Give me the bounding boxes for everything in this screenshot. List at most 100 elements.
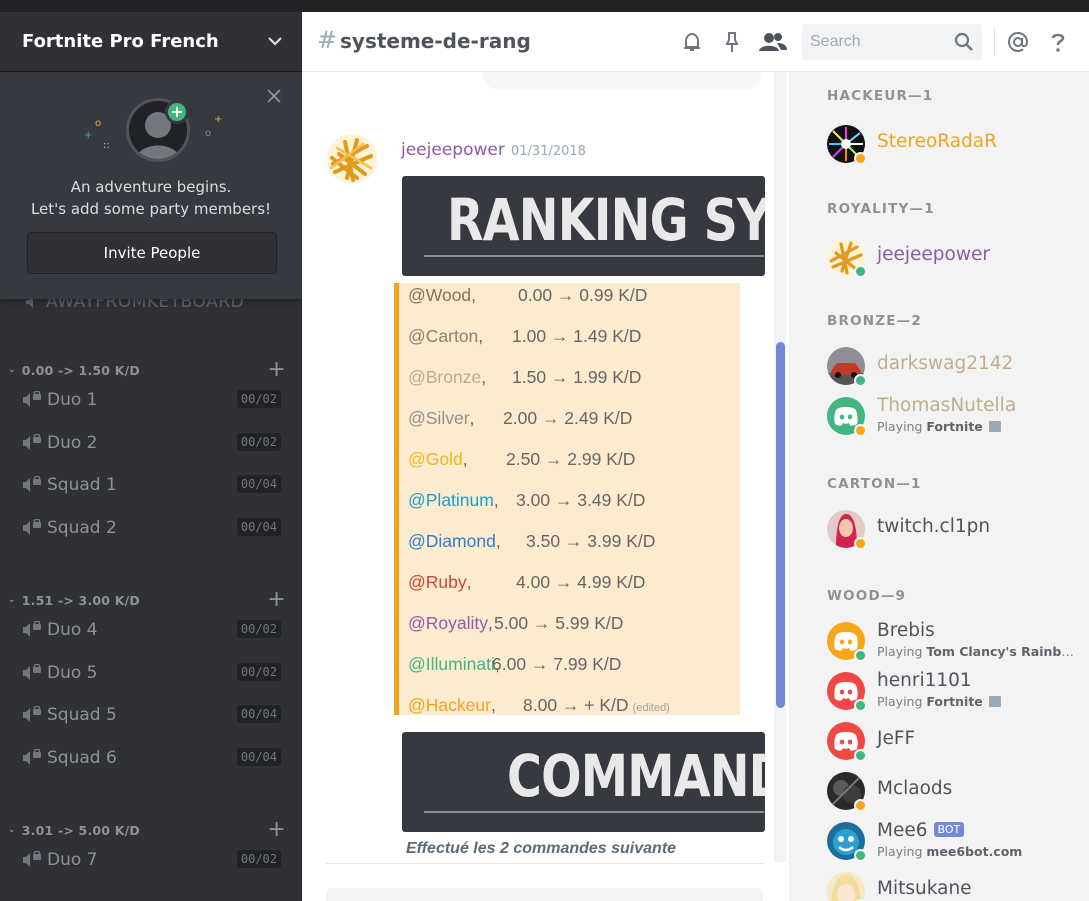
rank-role-mention[interactable]: @Platinum: [408, 490, 494, 511]
role-header: ROYALITY—1: [827, 201, 935, 217]
user-limit-badge: 00/02: [236, 390, 281, 408]
commands-image[interactable]: COMMANDS: [402, 732, 765, 832]
rank-role-mention[interactable]: @Silver: [408, 408, 470, 429]
user-limit-badge: 00/04: [236, 747, 281, 766]
category-header[interactable]: ⌄ 3.01 -> 5.00 K/D +: [8, 817, 298, 842]
rank-row: @Wood, 0.00 → 0.99 K/D: [408, 285, 647, 315]
user-limit-badge: 00/04: [236, 475, 281, 494]
member-activity: Playing Fortnite: [877, 694, 1082, 709]
voice-channel-name: Duo 1: [47, 390, 98, 410]
help-icon[interactable]: [1046, 30, 1070, 54]
member-item[interactable]: ThomasNutella Playing Fortnite: [827, 393, 1089, 441]
rank-role-mention[interactable]: @Hackeur: [408, 695, 491, 716]
locked-speaker-icon: [23, 663, 41, 680]
rank-role-mention[interactable]: @Wood: [408, 285, 471, 306]
voice-channel[interactable]: Duo 4 00/02: [22, 613, 287, 647]
mentions-icon[interactable]: [1006, 30, 1030, 54]
voice-channel[interactable]: Duo 2 00/02: [22, 426, 287, 460]
member-name: jeejeepower: [877, 244, 990, 265]
category-header[interactable]: ⌄ 0.00 -> 1.50 K/D +: [8, 357, 298, 382]
voice-channel[interactable]: Squad 6 00/04: [22, 741, 287, 775]
rank-role-mention[interactable]: @Diamond: [408, 531, 496, 552]
message-separator: [326, 863, 764, 864]
server-header[interactable]: Fortnite Pro French: [0, 12, 302, 72]
author-avatar[interactable]: [327, 134, 377, 184]
rank-role-mention[interactable]: @Carton: [408, 326, 478, 347]
invite-message: An adventure begins. Let's add some part…: [0, 176, 302, 220]
rank-range: 3.50 → 3.99 K/D: [526, 531, 655, 552]
sparkle-icon: ::: [103, 140, 110, 151]
member-item[interactable]: Mee6 BOT Playing mee6bot.com: [827, 818, 1089, 866]
banner-title: COMMANDS: [507, 742, 765, 810]
category-name: 1.51 -> 3.00 K/D: [21, 592, 140, 608]
rank-role-mention[interactable]: @Bronze: [408, 367, 481, 388]
member-item[interactable]: Brebis Playing Tom Clancy's Rainbow Six S…: [827, 618, 1089, 666]
member-item[interactable]: henri1101 Playing Fortnite: [827, 668, 1089, 716]
member-name: Mee6 BOT: [877, 820, 965, 841]
close-icon[interactable]: [266, 88, 282, 104]
rank-role-mention[interactable]: @Royality: [408, 613, 488, 634]
member-item[interactable]: StereoRadaR: [827, 121, 1089, 169]
rank-role-mention[interactable]: @Ruby: [408, 572, 467, 593]
voice-channel[interactable]: Squad 5 00/04: [22, 698, 287, 732]
member-item[interactable]: Mclaods: [827, 768, 1089, 816]
member-name: henri1101: [877, 670, 972, 691]
sparkle-icon: +: [214, 114, 223, 125]
scrollbar-thumb[interactable]: [776, 342, 785, 708]
message-author[interactable]: jeejeepower: [401, 140, 505, 160]
locked-speaker-icon: [23, 518, 41, 535]
rank-range-text: 3.00 → 3.49 K/D: [516, 490, 646, 510]
chevron-down-icon: ⌄: [8, 365, 16, 375]
category-header[interactable]: ⌄ 1.51 -> 3.00 K/D +: [8, 587, 298, 612]
message-input[interactable]: [326, 888, 763, 901]
locked-speaker-icon: [23, 433, 41, 450]
server-name: Fortnite Pro French: [22, 31, 219, 52]
rank-range: 1.50 → 1.99 K/D: [512, 367, 641, 388]
voice-channel-name: Duo 5: [47, 662, 98, 683]
ranking-system-image[interactable]: RANKING SYSTEM: [402, 176, 765, 276]
member-item[interactable]: darkswag2142: [827, 343, 1089, 391]
search-icon: [954, 32, 973, 51]
status-idle-icon: [854, 537, 867, 550]
member-item[interactable]: twitch.cl1pn: [827, 506, 1089, 554]
voice-channel[interactable]: Duo 5 00/02: [22, 656, 287, 690]
voice-channel[interactable]: Duo 1 00/02: [22, 383, 287, 417]
voice-channel-name: Duo 4: [47, 620, 98, 640]
message-footer-text: Effectué les 2 commandes suivante: [406, 840, 677, 857]
voice-channel[interactable]: Duo 7 00/02: [22, 843, 287, 877]
banner-underline: [424, 255, 764, 257]
rank-range: 6.00 → 7.99 K/D: [492, 654, 621, 675]
voice-channel-name: Duo 2: [47, 432, 98, 453]
rank-range-text: 6.00 → 7.99 K/D: [492, 654, 622, 674]
voice-channel[interactable]: Squad 1 00/04: [22, 468, 287, 502]
member-item[interactable]: jeejeepower: [827, 234, 1089, 282]
add-channel-icon[interactable]: +: [267, 587, 286, 612]
rank-role-mention[interactable]: @Illuminati: [408, 654, 495, 675]
rank-range-text: 3.50 → 3.99 K/D: [526, 531, 656, 551]
voice-channel[interactable]: Squad 2 00/04: [22, 511, 287, 545]
search-box[interactable]: [802, 24, 982, 60]
search-input[interactable]: [802, 24, 942, 60]
category-name: 3.01 -> 5.00 K/D: [21, 822, 140, 838]
add-channel-icon[interactable]: +: [267, 357, 286, 382]
rank-row: @Gold, 2.50 → 2.99 K/D: [408, 449, 635, 479]
invite-people-button[interactable]: Invite People: [27, 232, 277, 274]
rank-role-mention[interactable]: @Gold: [408, 449, 463, 470]
add-friend-icon: +: [165, 100, 189, 124]
sparkle-icon: o: [205, 128, 212, 139]
member-item[interactable]: JeFF: [827, 718, 1089, 766]
member-name: JeFF: [877, 728, 916, 749]
member-activity: Playing mee6bot.com: [877, 844, 1023, 859]
pin-icon[interactable]: [720, 30, 744, 54]
add-channel-icon[interactable]: +: [267, 817, 286, 842]
user-limit-badge: 00/02: [236, 662, 281, 681]
voice-channel-name: Squad 1: [47, 475, 117, 496]
member-item[interactable]: Mitsukane: [827, 868, 1089, 901]
hash-icon: #: [317, 26, 338, 54]
bell-icon[interactable]: [680, 30, 704, 54]
member-list-icon[interactable]: [758, 30, 788, 54]
channel-name: systeme-de-rang: [340, 29, 531, 53]
user-limit-badge: 00/02: [236, 620, 281, 638]
invite-line-1: An adventure begins.: [70, 178, 232, 196]
category-name: 0.00 -> 1.50 K/D: [21, 362, 140, 378]
